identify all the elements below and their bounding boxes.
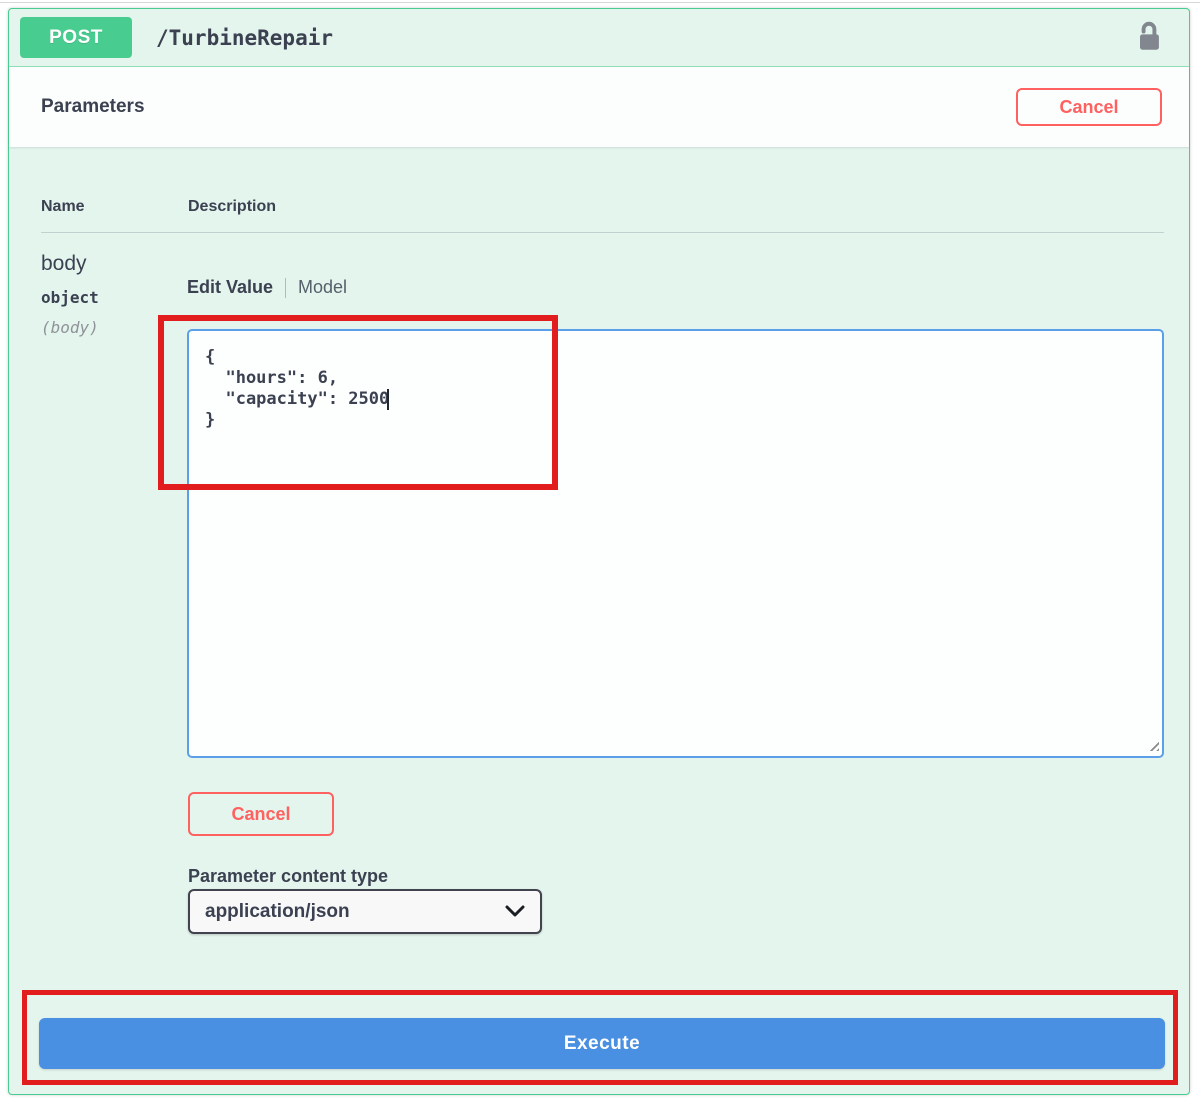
execute-button[interactable]: Execute	[39, 1018, 1165, 1069]
page-top-divider	[0, 2, 1200, 3]
auth-lock-button[interactable]	[1129, 18, 1169, 58]
value-tabs: Edit Value Model	[187, 277, 347, 298]
tab-edit-value[interactable]: Edit Value	[187, 277, 273, 298]
cancel-edit-button[interactable]: Cancel	[188, 792, 334, 836]
content-type-label: Parameter content type	[188, 866, 388, 887]
table-header-divider	[41, 232, 1164, 233]
tab-model[interactable]: Model	[298, 277, 347, 298]
body-value-wrap: { "hours": 6, "capacity": 2500 }	[187, 329, 1164, 758]
parameter-name: body	[41, 252, 87, 276]
method-badge: POST	[20, 17, 132, 58]
parameter-location: (body)	[41, 318, 99, 337]
tab-separator	[285, 278, 286, 298]
content-type-select[interactable]: application/json	[188, 889, 542, 934]
parameters-section-header: Parameters Cancel	[9, 67, 1189, 147]
body-value-textarea[interactable]: { "hours": 6, "capacity": 2500 }	[187, 329, 1164, 758]
unlock-icon	[1134, 20, 1164, 56]
endpoint-path: /TurbineRepair	[156, 26, 333, 50]
operation-block-post: POST /TurbineRepair Parameters Cancel Na…	[8, 8, 1190, 1095]
cancel-operation-button[interactable]: Cancel	[1016, 88, 1162, 126]
description-column-header: Description	[188, 198, 276, 216]
name-column-header: Name	[41, 198, 85, 216]
operation-summary[interactable]: POST /TurbineRepair	[9, 9, 1189, 67]
parameter-type: object	[41, 288, 99, 307]
parameters-title: Parameters	[41, 96, 145, 118]
content-type-select-wrap: application/json	[188, 889, 542, 934]
text-cursor	[387, 389, 389, 410]
